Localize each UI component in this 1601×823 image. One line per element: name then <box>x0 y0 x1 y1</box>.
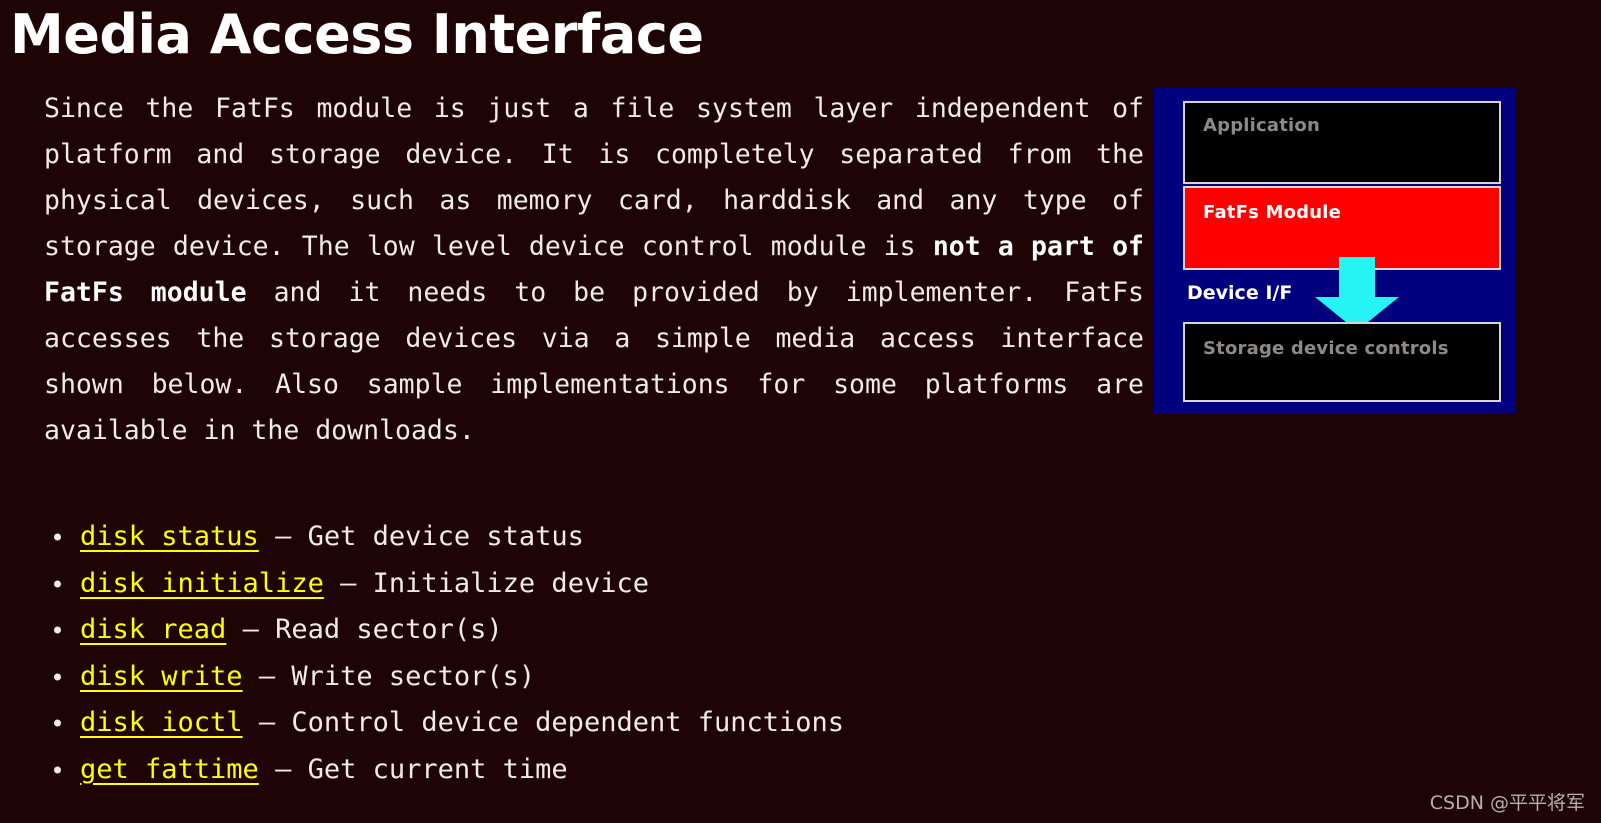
diagram-layer-storage: Storage device controls <box>1183 322 1501 402</box>
diagram-layer-application-label: Application <box>1203 115 1321 136</box>
api-link-get-fattime[interactable]: get fattime <box>80 754 259 785</box>
api-separator: – <box>226 614 276 645</box>
list-item: disk initialize – Initialize device <box>36 561 844 608</box>
list-item: disk ioctl – Control device dependent fu… <box>36 700 844 747</box>
page-title: Media Access Interface <box>10 3 704 66</box>
api-separator: – <box>258 753 308 785</box>
diagram-layer-fatfs-label: FatFs Module <box>1203 202 1342 223</box>
api-separator: – <box>323 567 373 599</box>
list-item: disk read – Read sector(s) <box>36 607 844 654</box>
down-arrow-icon <box>1305 257 1409 332</box>
api-description: Read sector(s) <box>275 614 503 645</box>
api-separator: – <box>242 707 292 738</box>
api-description: Control device dependent functions <box>291 707 845 738</box>
api-link-disk-write[interactable]: disk write <box>80 661 243 692</box>
diagram-layer-storage-label: Storage device controls <box>1203 338 1449 359</box>
list-item: disk status – Get device status <box>36 514 844 561</box>
bullet-icon <box>54 766 61 774</box>
bullet-icon <box>54 580 61 588</box>
intro-paragraph: Since the FatFs module is just a file sy… <box>44 86 1144 454</box>
api-link-disk-ioctl[interactable]: disk ioctl <box>80 707 243 738</box>
api-link-disk-initialize[interactable]: disk initialize <box>80 568 324 599</box>
bullet-icon <box>54 673 61 681</box>
api-separator: – <box>242 660 292 692</box>
api-description: Get current time <box>307 753 568 785</box>
diagram-device-if-label: Device I/F <box>1187 282 1293 304</box>
api-link-disk-read[interactable]: disk read <box>80 614 226 645</box>
diagram-device-interface-row: Device I/F <box>1183 257 1501 331</box>
api-separator: – <box>258 521 308 552</box>
api-description: Initialize device <box>372 567 649 599</box>
bullet-icon <box>54 533 61 541</box>
list-item: get fattime – Get current time <box>36 747 844 794</box>
bullet-icon <box>54 719 61 727</box>
api-description: Write sector(s) <box>291 660 536 692</box>
api-description: Get device status <box>307 521 584 552</box>
diagram-layer-application: Application <box>1183 101 1501 184</box>
bullet-icon <box>54 626 61 634</box>
media-access-api-list: disk status – Get device status disk ini… <box>36 514 844 793</box>
list-item: disk write – Write sector(s) <box>36 654 844 701</box>
api-link-disk-status[interactable]: disk status <box>80 521 259 552</box>
csdn-watermark: CSDN @平平将军 <box>1429 792 1585 814</box>
fatfs-layer-diagram: Application FatFs Module Device I/F Stor… <box>1153 88 1515 413</box>
